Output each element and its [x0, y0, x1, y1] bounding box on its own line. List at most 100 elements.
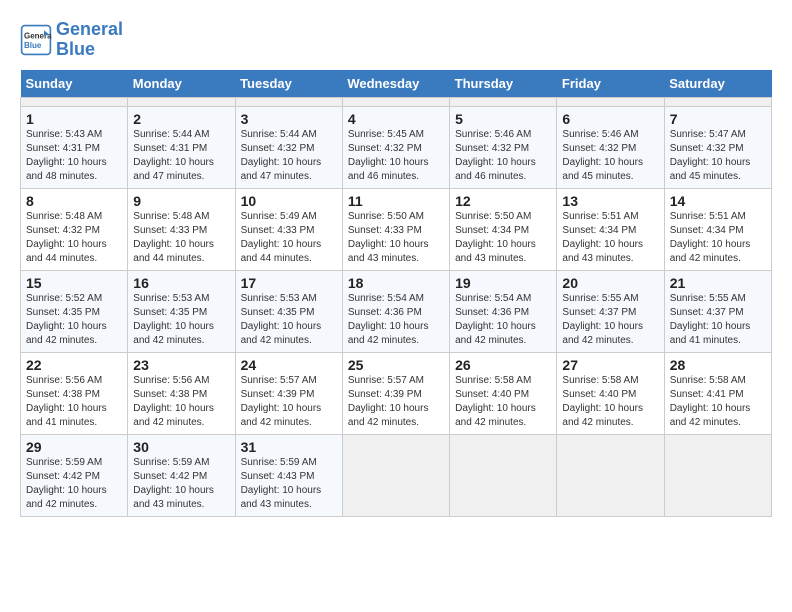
calendar-cell: 15Sunrise: 5:52 AM Sunset: 4:35 PM Dayli… [21, 270, 128, 352]
day-number: 3 [241, 111, 337, 127]
calendar-cell: 7Sunrise: 5:47 AM Sunset: 4:32 PM Daylig… [664, 106, 771, 188]
calendar-cell: 5Sunrise: 5:46 AM Sunset: 4:32 PM Daylig… [450, 106, 557, 188]
calendar-cell [450, 97, 557, 106]
calendar-cell: 14Sunrise: 5:51 AM Sunset: 4:34 PM Dayli… [664, 188, 771, 270]
calendar-cell: 11Sunrise: 5:50 AM Sunset: 4:33 PM Dayli… [342, 188, 449, 270]
calendar-cell: 9Sunrise: 5:48 AM Sunset: 4:33 PM Daylig… [128, 188, 235, 270]
day-number: 25 [348, 357, 444, 373]
calendar-cell: 6Sunrise: 5:46 AM Sunset: 4:32 PM Daylig… [557, 106, 664, 188]
calendar-cell: 30Sunrise: 5:59 AM Sunset: 4:42 PM Dayli… [128, 434, 235, 516]
day-number: 24 [241, 357, 337, 373]
column-header-tuesday: Tuesday [235, 70, 342, 98]
calendar-week-row: 15Sunrise: 5:52 AM Sunset: 4:35 PM Dayli… [21, 270, 772, 352]
calendar-cell: 8Sunrise: 5:48 AM Sunset: 4:32 PM Daylig… [21, 188, 128, 270]
calendar-week-row: 8Sunrise: 5:48 AM Sunset: 4:32 PM Daylig… [21, 188, 772, 270]
calendar-header-row: SundayMondayTuesdayWednesdayThursdayFrid… [21, 70, 772, 98]
day-number: 23 [133, 357, 229, 373]
day-info: Sunrise: 5:54 AM Sunset: 4:36 PM Dayligh… [348, 292, 444, 348]
day-info: Sunrise: 5:54 AM Sunset: 4:36 PM Dayligh… [455, 292, 551, 348]
day-number: 15 [26, 275, 122, 291]
day-info: Sunrise: 5:45 AM Sunset: 4:32 PM Dayligh… [348, 128, 444, 184]
day-number: 19 [455, 275, 551, 291]
calendar-table: SundayMondayTuesdayWednesdayThursdayFrid… [20, 70, 772, 517]
calendar-cell: 18Sunrise: 5:54 AM Sunset: 4:36 PM Dayli… [342, 270, 449, 352]
day-info: Sunrise: 5:46 AM Sunset: 4:32 PM Dayligh… [455, 128, 551, 184]
calendar-cell: 22Sunrise: 5:56 AM Sunset: 4:38 PM Dayli… [21, 352, 128, 434]
day-number: 20 [562, 275, 658, 291]
day-number: 16 [133, 275, 229, 291]
day-info: Sunrise: 5:53 AM Sunset: 4:35 PM Dayligh… [133, 292, 229, 348]
day-info: Sunrise: 5:50 AM Sunset: 4:34 PM Dayligh… [455, 210, 551, 266]
day-info: Sunrise: 5:47 AM Sunset: 4:32 PM Dayligh… [670, 128, 766, 184]
day-number: 28 [670, 357, 766, 373]
svg-text:Blue: Blue [24, 41, 42, 50]
calendar-cell [128, 97, 235, 106]
calendar-cell [664, 97, 771, 106]
day-number: 5 [455, 111, 551, 127]
calendar-cell: 29Sunrise: 5:59 AM Sunset: 4:42 PM Dayli… [21, 434, 128, 516]
column-header-friday: Friday [557, 70, 664, 98]
day-info: Sunrise: 5:50 AM Sunset: 4:33 PM Dayligh… [348, 210, 444, 266]
calendar-cell: 21Sunrise: 5:55 AM Sunset: 4:37 PM Dayli… [664, 270, 771, 352]
day-info: Sunrise: 5:48 AM Sunset: 4:33 PM Dayligh… [133, 210, 229, 266]
day-info: Sunrise: 5:56 AM Sunset: 4:38 PM Dayligh… [133, 374, 229, 430]
column-header-monday: Monday [128, 70, 235, 98]
day-info: Sunrise: 5:57 AM Sunset: 4:39 PM Dayligh… [241, 374, 337, 430]
calendar-cell: 31Sunrise: 5:59 AM Sunset: 4:43 PM Dayli… [235, 434, 342, 516]
logo-icon: General Blue [20, 24, 52, 56]
day-number: 1 [26, 111, 122, 127]
day-number: 11 [348, 193, 444, 209]
day-number: 4 [348, 111, 444, 127]
day-info: Sunrise: 5:52 AM Sunset: 4:35 PM Dayligh… [26, 292, 122, 348]
day-number: 14 [670, 193, 766, 209]
calendar-cell [342, 97, 449, 106]
calendar-cell: 16Sunrise: 5:53 AM Sunset: 4:35 PM Dayli… [128, 270, 235, 352]
column-header-saturday: Saturday [664, 70, 771, 98]
day-info: Sunrise: 5:59 AM Sunset: 4:42 PM Dayligh… [26, 456, 122, 512]
calendar-cell: 23Sunrise: 5:56 AM Sunset: 4:38 PM Dayli… [128, 352, 235, 434]
day-info: Sunrise: 5:46 AM Sunset: 4:32 PM Dayligh… [562, 128, 658, 184]
day-info: Sunrise: 5:44 AM Sunset: 4:31 PM Dayligh… [133, 128, 229, 184]
calendar-cell: 4Sunrise: 5:45 AM Sunset: 4:32 PM Daylig… [342, 106, 449, 188]
day-info: Sunrise: 5:49 AM Sunset: 4:33 PM Dayligh… [241, 210, 337, 266]
day-number: 30 [133, 439, 229, 455]
calendar-cell: 19Sunrise: 5:54 AM Sunset: 4:36 PM Dayli… [450, 270, 557, 352]
day-info: Sunrise: 5:59 AM Sunset: 4:43 PM Dayligh… [241, 456, 337, 512]
day-info: Sunrise: 5:55 AM Sunset: 4:37 PM Dayligh… [670, 292, 766, 348]
day-number: 9 [133, 193, 229, 209]
day-number: 8 [26, 193, 122, 209]
calendar-cell: 13Sunrise: 5:51 AM Sunset: 4:34 PM Dayli… [557, 188, 664, 270]
day-info: Sunrise: 5:58 AM Sunset: 4:41 PM Dayligh… [670, 374, 766, 430]
calendar-cell [557, 434, 664, 516]
column-header-sunday: Sunday [21, 70, 128, 98]
calendar-cell: 20Sunrise: 5:55 AM Sunset: 4:37 PM Dayli… [557, 270, 664, 352]
day-info: Sunrise: 5:58 AM Sunset: 4:40 PM Dayligh… [455, 374, 551, 430]
day-number: 21 [670, 275, 766, 291]
day-info: Sunrise: 5:43 AM Sunset: 4:31 PM Dayligh… [26, 128, 122, 184]
page-header: General Blue GeneralBlue [20, 20, 772, 60]
day-info: Sunrise: 5:53 AM Sunset: 4:35 PM Dayligh… [241, 292, 337, 348]
day-info: Sunrise: 5:59 AM Sunset: 4:42 PM Dayligh… [133, 456, 229, 512]
calendar-cell [235, 97, 342, 106]
calendar-cell: 3Sunrise: 5:44 AM Sunset: 4:32 PM Daylig… [235, 106, 342, 188]
day-number: 18 [348, 275, 444, 291]
day-number: 29 [26, 439, 122, 455]
calendar-cell [557, 97, 664, 106]
calendar-cell: 28Sunrise: 5:58 AM Sunset: 4:41 PM Dayli… [664, 352, 771, 434]
calendar-cell [664, 434, 771, 516]
calendar-cell: 25Sunrise: 5:57 AM Sunset: 4:39 PM Dayli… [342, 352, 449, 434]
calendar-cell: 12Sunrise: 5:50 AM Sunset: 4:34 PM Dayli… [450, 188, 557, 270]
day-number: 7 [670, 111, 766, 127]
day-number: 12 [455, 193, 551, 209]
day-info: Sunrise: 5:58 AM Sunset: 4:40 PM Dayligh… [562, 374, 658, 430]
svg-text:General: General [24, 31, 52, 40]
column-header-wednesday: Wednesday [342, 70, 449, 98]
logo: General Blue GeneralBlue [20, 20, 123, 60]
calendar-cell [450, 434, 557, 516]
day-info: Sunrise: 5:57 AM Sunset: 4:39 PM Dayligh… [348, 374, 444, 430]
calendar-week-row: 1Sunrise: 5:43 AM Sunset: 4:31 PM Daylig… [21, 106, 772, 188]
calendar-cell [342, 434, 449, 516]
calendar-cell: 1Sunrise: 5:43 AM Sunset: 4:31 PM Daylig… [21, 106, 128, 188]
calendar-cell: 24Sunrise: 5:57 AM Sunset: 4:39 PM Dayli… [235, 352, 342, 434]
day-number: 17 [241, 275, 337, 291]
